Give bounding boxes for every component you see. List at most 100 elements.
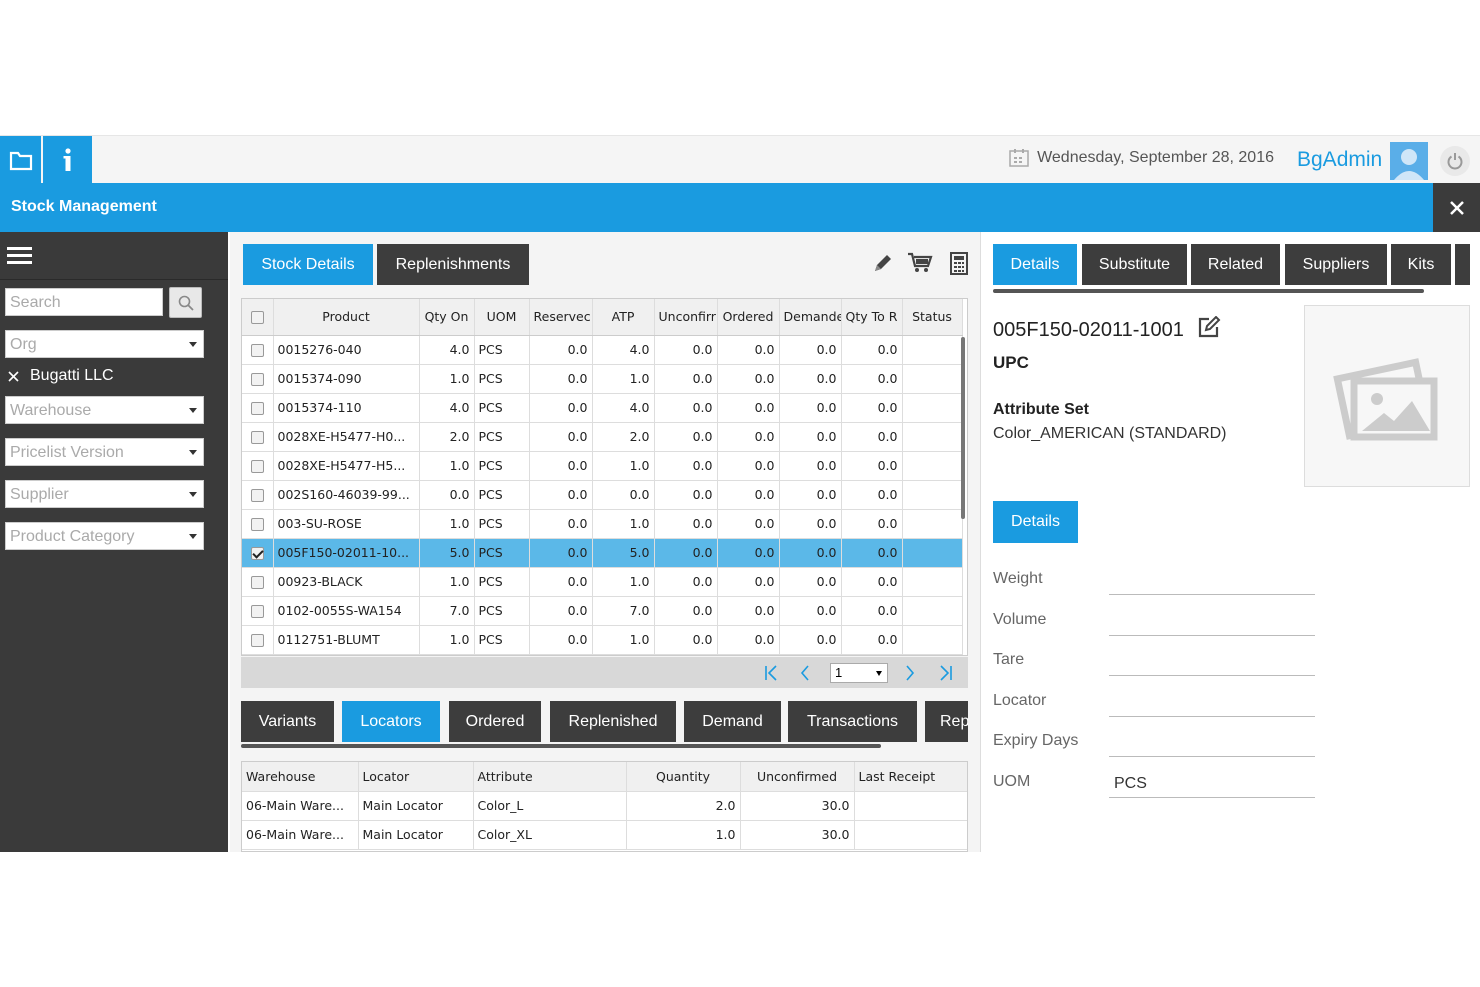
table-row[interactable]: 003-SU-ROSE 1.0 PCS 0.0 1.0 0.0 0.0 0.0 0.0 xyxy=(242,509,963,539)
pricelist-version-select[interactable]: Pricelist Version xyxy=(5,438,204,466)
row-select-cell[interactable] xyxy=(242,625,274,655)
tab-overflow[interactable] xyxy=(1455,244,1470,285)
folder-button[interactable] xyxy=(0,136,41,184)
column-header-demand[interactable]: Demande xyxy=(779,299,842,336)
row-checkbox[interactable] xyxy=(250,634,264,647)
row-checkbox[interactable] xyxy=(250,547,264,560)
row-checkbox[interactable] xyxy=(250,402,264,415)
tabs-scroll-indicator[interactable] xyxy=(993,289,1424,293)
calculator-icon[interactable] xyxy=(950,252,968,275)
row-checkbox[interactable] xyxy=(250,460,264,473)
cart-icon[interactable] xyxy=(907,252,933,274)
prev-page-icon[interactable] xyxy=(800,665,810,681)
remove-filter-icon[interactable] xyxy=(8,370,19,382)
tab-locators[interactable]: Locators xyxy=(342,701,440,742)
column-header-product[interactable]: Product xyxy=(273,299,420,336)
product-image-placeholder[interactable] xyxy=(1304,305,1470,487)
column-header-uom[interactable]: UOM xyxy=(474,299,530,336)
row-select-cell[interactable] xyxy=(242,451,274,481)
row-checkbox[interactable] xyxy=(250,518,264,531)
tabs-scroll-indicator[interactable] xyxy=(241,744,881,748)
row-select-cell[interactable] xyxy=(242,393,274,423)
column-header-ordered[interactable]: Ordered xyxy=(717,299,780,336)
close-button[interactable] xyxy=(1433,183,1480,232)
table-row[interactable]: 0015276-040 4.0 PCS 0.0 4.0 0.0 0.0 0.0 0.0 xyxy=(242,335,963,365)
table-row[interactable]: 0015374-110 4.0 PCS 0.0 4.0 0.0 0.0 0.0 0.0 xyxy=(242,393,963,423)
username-link[interactable]: BgAdmin xyxy=(1297,148,1382,172)
tab-substitute[interactable]: Substitute xyxy=(1082,244,1187,285)
tab-variants[interactable]: Variants xyxy=(241,701,334,742)
edit-pencil-icon[interactable] xyxy=(872,252,894,274)
tab-kits[interactable]: Kits xyxy=(1391,244,1451,285)
locator-field[interactable] xyxy=(1109,716,1315,717)
column-header-last-receipt[interactable]: Last Receipt xyxy=(854,762,967,792)
column-header-qty-on[interactable]: Qty On xyxy=(419,299,475,336)
row-select-cell[interactable] xyxy=(242,567,274,597)
table-row[interactable]: 00923-BLACK 1.0 PCS 0.0 1.0 0.0 0.0 0.0 0.0 xyxy=(242,567,963,597)
tare-field[interactable] xyxy=(1109,675,1315,676)
select-all-cell[interactable] xyxy=(242,299,274,336)
search-button[interactable] xyxy=(169,287,202,318)
column-header-warehouse[interactable]: Warehouse xyxy=(242,762,359,792)
tab-rep[interactable]: Rep xyxy=(925,701,968,742)
uom-value[interactable]: PCS xyxy=(1114,775,1147,793)
expiry-days-field[interactable] xyxy=(1109,756,1315,757)
tab-details[interactable]: Details xyxy=(993,244,1077,285)
table-row[interactable]: 06-Main Ware... Main Locator Color_XL 1.0 30… xyxy=(242,820,967,850)
edit-icon[interactable] xyxy=(1197,315,1221,338)
row-select-cell[interactable] xyxy=(242,422,274,452)
column-header-unconfirmed[interactable]: Unconfirmed xyxy=(740,762,855,792)
tab-ordered[interactable]: Ordered xyxy=(449,701,541,742)
column-header-attribute[interactable]: Attribute xyxy=(473,762,627,792)
row-select-cell[interactable] xyxy=(242,480,274,510)
product-category-select[interactable]: Product Category xyxy=(5,522,204,550)
row-checkbox[interactable] xyxy=(250,605,264,618)
column-header-status[interactable]: Status xyxy=(902,299,963,336)
table-row[interactable]: 0028XE-H5477-H5... 1.0 PCS 0.0 1.0 0.0 0.0 0.0 0… xyxy=(242,451,963,481)
column-header-qty-to-r[interactable]: Qty To R xyxy=(841,299,903,336)
org-select[interactable]: Org xyxy=(5,330,204,358)
first-page-icon[interactable] xyxy=(764,665,778,681)
volume-field[interactable] xyxy=(1109,635,1315,636)
column-header-locator[interactable]: Locator xyxy=(358,762,474,792)
page-number-select[interactable]: 1 xyxy=(830,663,888,683)
column-header-reserved[interactable]: Reservec xyxy=(529,299,593,336)
supplier-select[interactable]: Supplier xyxy=(5,480,204,508)
tab-demand[interactable]: Demand xyxy=(684,701,781,742)
grid-scrollbar[interactable] xyxy=(961,337,965,519)
last-page-icon[interactable] xyxy=(939,665,953,681)
weight-field[interactable] xyxy=(1109,594,1315,595)
tab-related[interactable]: Related xyxy=(1191,244,1280,285)
hamburger-menu-icon[interactable] xyxy=(7,246,33,266)
info-button[interactable] xyxy=(43,136,92,184)
row-select-cell[interactable] xyxy=(242,596,274,626)
table-row[interactable]: 0015374-090 1.0 PCS 0.0 1.0 0.0 0.0 0.0 0.0 xyxy=(242,364,963,394)
row-checkbox[interactable] xyxy=(250,373,264,386)
next-page-icon[interactable] xyxy=(905,665,915,681)
column-header-unconfirmed[interactable]: Unconfirr xyxy=(654,299,718,336)
tab-stock-details[interactable]: Stock Details xyxy=(243,244,373,285)
row-select-cell[interactable] xyxy=(242,364,274,394)
table-row[interactable]: 0112751-BLUMT 1.0 PCS 0.0 1.0 0.0 0.0 0.0 0.0 xyxy=(242,625,963,655)
tab-replenished[interactable]: Replenished xyxy=(550,701,676,742)
tab-suppliers[interactable]: Suppliers xyxy=(1285,244,1387,285)
warehouse-select[interactable]: Warehouse xyxy=(5,396,204,424)
row-checkbox[interactable] xyxy=(250,576,264,589)
row-checkbox[interactable] xyxy=(250,431,264,444)
row-checkbox[interactable] xyxy=(250,344,264,357)
table-row[interactable]: 06-Main Ware... Main Locator Color_L 2.0 30.… xyxy=(242,791,967,821)
row-select-cell[interactable] xyxy=(242,335,274,365)
column-header-atp[interactable]: ATP xyxy=(592,299,655,336)
row-select-cell[interactable] xyxy=(242,509,274,539)
avatar[interactable] xyxy=(1390,142,1428,180)
table-row[interactable]: 005F150-02011-10... 5.0 PCS 0.0 5.0 0.0 0.0 0.0… xyxy=(242,538,963,568)
search-input[interactable]: Search xyxy=(5,288,163,316)
tab-transactions[interactable]: Transactions xyxy=(788,701,917,742)
table-row[interactable]: 0028XE-H5477-H0... 2.0 PCS 0.0 2.0 0.0 0.0 0.0 0… xyxy=(242,422,963,452)
details-button[interactable]: Details xyxy=(993,501,1078,543)
select-all-checkbox[interactable] xyxy=(250,311,264,325)
uom-field[interactable] xyxy=(1109,797,1315,798)
row-checkbox[interactable] xyxy=(250,489,264,502)
row-select-cell[interactable] xyxy=(242,538,274,568)
column-header-quantity[interactable]: Quantity xyxy=(626,762,741,792)
